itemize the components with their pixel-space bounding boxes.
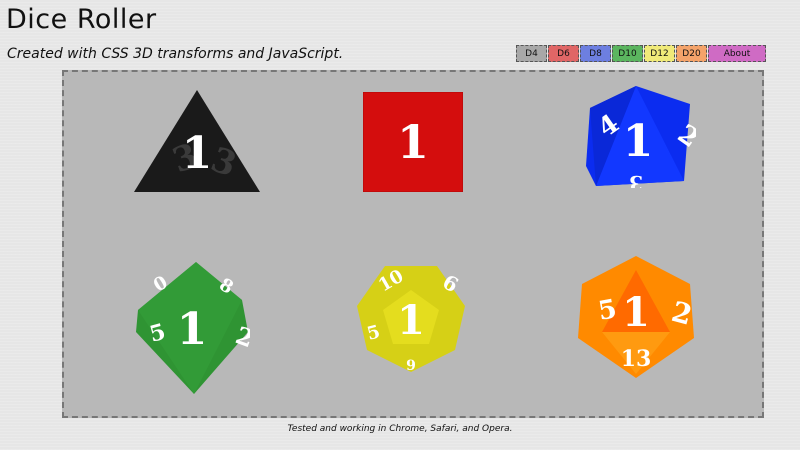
die-d10[interactable]: 0 8 5 2 1 [134, 262, 250, 398]
d12-icon: 10 6 5 9 1 [357, 266, 465, 374]
nav-button-d6[interactable]: D6 [548, 45, 579, 62]
page-subtitle: Created with CSS 3D transforms and JavaS… [7, 46, 344, 62]
d4-icon: 3 3 1 [134, 90, 260, 192]
nav-button-d10[interactable]: D10 [612, 45, 643, 62]
dice-nav: D4 D6 D8 D10 D12 D20 About [516, 45, 766, 62]
die-d20[interactable]: 5 2 1 13 [574, 256, 698, 380]
nav-button-d12[interactable]: D12 [644, 45, 675, 62]
d6-icon: 1 [363, 92, 463, 192]
die-d4[interactable]: 3 3 1 [134, 90, 260, 194]
d10-value: 1 [177, 304, 208, 355]
svg-text:9: 9 [406, 358, 416, 374]
die-d12[interactable]: 10 6 5 9 1 [355, 262, 467, 374]
d20-icon: 5 2 1 13 [578, 256, 696, 378]
nav-button-about[interactable]: About [708, 45, 766, 62]
die-d8[interactable]: 4 2 3 1 [580, 86, 696, 188]
page-title: Dice Roller [6, 4, 157, 35]
d8-value: 1 [623, 116, 654, 167]
d4-value: 1 [182, 128, 213, 179]
nav-button-d8[interactable]: D8 [580, 45, 611, 62]
nav-button-d20[interactable]: D20 [676, 45, 707, 62]
d20-lower-face-value: 13 [621, 346, 652, 372]
footer-note: Tested and working in Chrome, Safari, an… [287, 424, 513, 434]
d12-value: 1 [397, 297, 425, 344]
d8-icon: 4 2 3 1 [586, 86, 696, 188]
die-d6[interactable]: 1 [363, 92, 463, 192]
svg-text:3: 3 [629, 171, 643, 188]
d20-value: 1 [622, 289, 650, 336]
dice-stage: 3 3 1 1 4 2 3 1 0 8 5 2 1 10 6 5 9 1 5 2… [62, 70, 764, 418]
d10-icon: 0 8 5 2 1 [136, 262, 250, 394]
d6-value: 1 [397, 115, 429, 169]
nav-button-d4[interactable]: D4 [516, 45, 547, 62]
